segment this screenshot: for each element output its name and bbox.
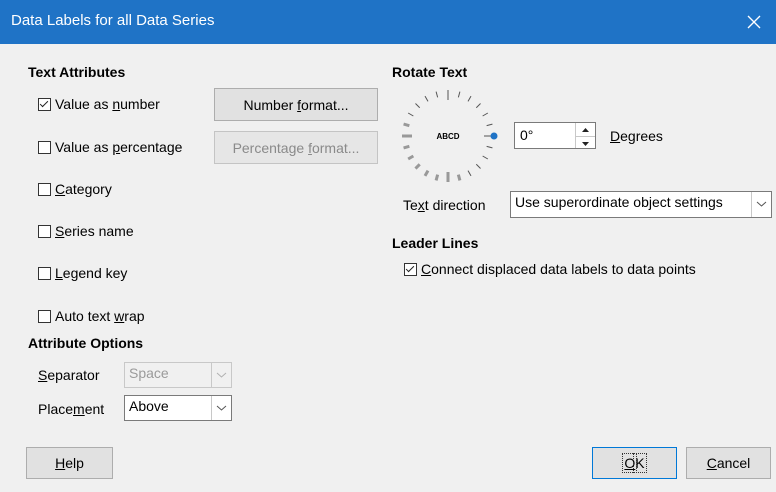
connect-labels-label: Connect displaced data labels to data po… xyxy=(421,261,696,277)
text-direction-select[interactable]: Use superordinate object settings xyxy=(510,191,772,218)
rotate-text-heading: Rotate Text xyxy=(392,64,468,80)
dial-tick xyxy=(424,95,429,102)
triangle-down-icon xyxy=(582,142,589,146)
help-label: Help xyxy=(55,455,84,471)
dial-tick xyxy=(407,112,414,117)
dial-tick xyxy=(434,174,440,181)
series-name-checkbox[interactable]: Series name xyxy=(38,223,134,239)
spin-up-button[interactable] xyxy=(576,123,595,137)
placement-value: Above xyxy=(129,398,169,414)
value-as-number-label: Value as number xyxy=(55,96,160,112)
checkbox-checked-icon xyxy=(38,97,51,111)
window-title: Data Labels for all Data Series xyxy=(11,12,215,29)
separator-select[interactable]: Space xyxy=(124,362,232,388)
text-direction-value: Use superordinate object settings xyxy=(515,194,723,210)
category-checkbox[interactable]: Category xyxy=(38,181,112,197)
chevron-down-icon xyxy=(211,396,231,420)
degrees-spinbox[interactable]: 0° xyxy=(514,122,596,149)
dial-tick xyxy=(456,174,462,181)
dial-tick xyxy=(407,154,415,161)
text-attributes-heading: Text Attributes xyxy=(28,64,126,80)
dial-tick xyxy=(414,163,421,170)
rotation-dial[interactable]: ABCD xyxy=(398,86,506,186)
value-as-percentage-label: Value as percentage xyxy=(55,139,183,155)
dial-tick xyxy=(467,95,472,102)
spin-down-button[interactable] xyxy=(576,137,595,150)
dial-tick xyxy=(486,123,493,127)
number-format-button[interactable]: Number format... xyxy=(214,88,378,121)
placement-label: Placement xyxy=(38,401,105,417)
close-icon xyxy=(747,15,761,29)
close-button[interactable] xyxy=(732,0,776,44)
dial-tick xyxy=(475,163,481,169)
dial-tick xyxy=(482,112,489,117)
connect-labels-checkbox[interactable]: Connect displaced data labels to data po… xyxy=(404,261,696,277)
legend-key-label: Legend key xyxy=(55,265,128,281)
degrees-value: 0° xyxy=(520,127,534,143)
dial-tick xyxy=(467,170,472,177)
separator-value: Space xyxy=(129,365,169,381)
percentage-format-button[interactable]: Percentage format... xyxy=(214,131,378,164)
dial-tick xyxy=(435,91,439,98)
chevron-down-icon xyxy=(211,363,231,387)
dial-tick xyxy=(415,103,421,109)
checkbox-icon xyxy=(38,224,51,238)
dial-label: ABCD xyxy=(436,132,459,141)
auto-text-wrap-label: Auto text wrap xyxy=(55,308,145,324)
ok-label: OK xyxy=(622,453,647,473)
dial-tick xyxy=(403,144,410,150)
attribute-options-heading: Attribute Options xyxy=(28,335,144,351)
checkbox-icon xyxy=(38,140,51,154)
dial-handle[interactable] xyxy=(490,132,498,140)
dial-tick xyxy=(403,122,410,128)
percentage-format-label: Percentage format... xyxy=(232,139,360,156)
checkbox-icon xyxy=(38,266,51,280)
leader-lines-heading: Leader Lines xyxy=(392,235,479,251)
dial-tick xyxy=(482,155,489,160)
placement-select[interactable]: Above xyxy=(124,395,232,421)
cancel-button[interactable]: Cancel xyxy=(686,447,771,479)
dial-tick xyxy=(457,91,461,98)
help-button[interactable]: Help xyxy=(26,447,113,479)
dial-tick xyxy=(423,169,430,177)
value-as-percentage-checkbox[interactable]: Value as percentage xyxy=(38,139,182,155)
chevron-down-icon xyxy=(751,192,771,217)
checkbox-checked-icon xyxy=(404,262,417,276)
checkbox-icon xyxy=(38,182,51,196)
separator-label: Separator xyxy=(38,367,100,383)
ok-button[interactable]: OK xyxy=(592,447,677,479)
text-direction-label: Text direction xyxy=(403,197,486,213)
number-format-label: Number format... xyxy=(243,96,349,113)
series-name-label: Series name xyxy=(55,223,134,239)
checkbox-icon xyxy=(38,309,51,323)
triangle-up-icon xyxy=(582,128,589,132)
spin-buttons xyxy=(575,123,595,148)
legend-key-checkbox[interactable]: Legend key xyxy=(38,265,127,281)
degrees-label: Degrees xyxy=(610,128,663,144)
dial-tick xyxy=(486,145,493,149)
auto-text-wrap-checkbox[interactable]: Auto text wrap xyxy=(38,308,145,324)
title-bar: Data Labels for all Data Series xyxy=(0,0,776,44)
category-label: Category xyxy=(55,181,112,197)
cancel-label: Cancel xyxy=(706,455,751,471)
dial-tick xyxy=(475,103,481,109)
value-as-number-checkbox[interactable]: Value as number xyxy=(38,96,160,112)
